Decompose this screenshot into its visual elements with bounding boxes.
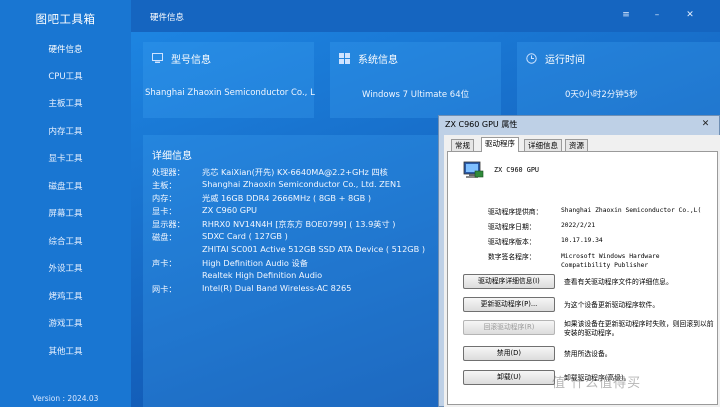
version-label: Version : 2024.03	[32, 394, 99, 403]
detail-label-cpu: 处理器：	[152, 167, 185, 177]
uninstall-driver-button[interactable]: 卸载(U)	[463, 370, 555, 385]
uptime-value: 0天0小时2分钟5秒	[565, 90, 638, 100]
disable-device-button[interactable]: 禁用(D)	[463, 346, 555, 361]
detail-label-memory: 内存：	[152, 193, 177, 203]
driver-version-label: 驱动程序版本：	[488, 238, 536, 246]
driver-version-value: 10.17.19.34	[561, 237, 603, 244]
digital-signer-label: 数字签名程序：	[488, 253, 536, 261]
detail-value-display: RHRX0 NV14N4H [京东方 BOE0799] ( 13.9英寸 )	[202, 219, 396, 229]
details-title: 详细信息	[152, 151, 192, 162]
windows-icon	[339, 53, 350, 64]
gpu-properties-dialog: ZX C960 GPU 属性 ✕ 常规 驱动程序 详细信息 资源 ZX C960…	[438, 115, 720, 407]
app-title: 图吧工具箱	[35, 12, 96, 26]
system-info-card: 系统信息 Windows 7 Ultimate 64位	[330, 42, 501, 118]
sidebar: 图吧工具箱 硬件信息 CPU工具 主板工具 内存工具 显卡工具 磁盘工具 屏幕工…	[0, 0, 131, 407]
detail-value-gpu: ZX C960 GPU	[202, 205, 258, 215]
rollback-driver-desc: 如果该设备在更新驱动程序时失败，则回滚到以前安装的驱动程序。	[564, 320, 714, 337]
sidebar-item-other-tools[interactable]: 其他工具	[0, 339, 131, 366]
update-driver-desc: 为这个设备更新驱动程序软件。	[564, 301, 660, 309]
detail-value-audio-1: High Definition Audio 设备	[202, 258, 308, 268]
detail-label-gpu: 显卡：	[152, 206, 177, 216]
dialog-close-icon[interactable]: ✕	[698, 118, 713, 130]
dialog-body: 常规 驱动程序 详细信息 资源 ZX C960 GPU 驱动程序提供商： Sha…	[444, 135, 720, 407]
display-adapter-icon	[463, 161, 484, 178]
sidebar-item-motherboard-tools[interactable]: 主板工具	[0, 91, 131, 118]
driver-provider-label: 驱动程序提供商：	[488, 208, 543, 216]
detail-label-audio: 声卡：	[152, 258, 177, 268]
page-title: 硬件信息	[150, 13, 185, 23]
sidebar-item-cpu-tools[interactable]: CPU工具	[0, 64, 131, 91]
detail-value-audio-2: Realtek High Definition Audio	[202, 270, 323, 280]
detail-label-network: 网卡：	[152, 284, 177, 294]
sidebar-item-general-tools[interactable]: 综合工具	[0, 229, 131, 256]
detail-value-disk-1: SDXC Card ( 127GB )	[202, 231, 288, 241]
detail-value-network: Intel(R) Dual Band Wireless-AC 8265	[202, 283, 352, 293]
driver-date-label: 驱动程序日期：	[488, 223, 536, 231]
menu-icon[interactable]: ≡	[619, 8, 633, 22]
tab-driver[interactable]: 驱动程序	[481, 137, 519, 152]
update-driver-button[interactable]: 更新驱动程序(P)...	[463, 297, 555, 312]
sidebar-item-gpu-tools[interactable]: 显卡工具	[0, 146, 131, 173]
driver-provider-value: Shanghai Zhaoxin Semiconductor Co.,L(	[561, 207, 702, 214]
driver-details-button[interactable]: 驱动程序详细信息(I)	[463, 274, 555, 289]
sidebar-item-stress-tools[interactable]: 烤鸡工具	[0, 284, 131, 311]
uptime-title: 运行时间	[545, 55, 585, 66]
tab-details[interactable]: 详细信息	[524, 139, 562, 151]
sidebar-item-hardware-info[interactable]: 硬件信息	[0, 37, 131, 64]
model-info-title: 型号信息	[171, 55, 211, 66]
close-icon[interactable]: ✕	[683, 8, 697, 22]
monitor-icon	[152, 53, 163, 63]
system-info-value: Windows 7 Ultimate 64位	[362, 90, 470, 100]
detail-label-motherboard: 主板：	[152, 180, 177, 190]
sidebar-item-peripheral-tools[interactable]: 外设工具	[0, 256, 131, 283]
device-name: ZX C960 GPU	[494, 166, 540, 174]
detail-value-motherboard: Shanghai Zhaoxin Semiconductor Co., Ltd.…	[202, 179, 402, 189]
detail-value-cpu: 兆芯 KaiXian(开先) KX-6640MA@2.2+GHz 四核	[202, 167, 388, 177]
watermark-text: 值 什么值得买	[552, 376, 642, 391]
detail-label-display: 显示器：	[152, 219, 185, 229]
driver-date-value: 2022/2/21	[561, 222, 596, 229]
tab-general[interactable]: 常规	[451, 139, 474, 151]
detail-value-disk-2: ZHITAI SC001 Active 512GB SSD ATA Device…	[202, 244, 426, 254]
rollback-driver-button[interactable]: 回滚驱动程序(R)	[463, 320, 555, 335]
driver-details-desc: 查看有关驱动程序文件的详细信息。	[564, 278, 673, 286]
model-info-card: 型号信息 Shanghai Zhaoxin Semiconductor Co.,…	[143, 42, 315, 118]
system-info-title: 系统信息	[358, 55, 398, 66]
disable-device-desc: 禁用所选设备。	[564, 350, 612, 358]
tab-resources[interactable]: 资源	[565, 139, 588, 151]
sidebar-item-disk-tools[interactable]: 磁盘工具	[0, 174, 131, 201]
dialog-title: ZX C960 GPU 属性	[445, 120, 518, 129]
uptime-card: 运行时间 0天0小时2分钟5秒	[517, 42, 720, 118]
digital-signer-value: Microsoft Windows Hardware Compatibility…	[561, 253, 660, 269]
detail-label-disk: 磁盘：	[152, 232, 177, 242]
header-bar: 硬件信息 ≡ – ✕	[131, 0, 720, 32]
detail-value-memory: 光威 16GB DDR4 2666MHz ( 8GB + 8GB )	[202, 193, 372, 203]
sidebar-item-game-tools[interactable]: 游戏工具	[0, 311, 131, 338]
sidebar-item-memory-tools[interactable]: 内存工具	[0, 119, 131, 146]
sidebar-item-screen-tools[interactable]: 屏幕工具	[0, 201, 131, 228]
driver-tab-panel: ZX C960 GPU 驱动程序提供商： Shanghai Zhaoxin Se…	[447, 151, 718, 405]
model-info-value: Shanghai Zhaoxin Semiconductor Co., L	[145, 88, 315, 98]
minimize-icon[interactable]: –	[650, 8, 664, 22]
clock-icon	[526, 53, 537, 64]
